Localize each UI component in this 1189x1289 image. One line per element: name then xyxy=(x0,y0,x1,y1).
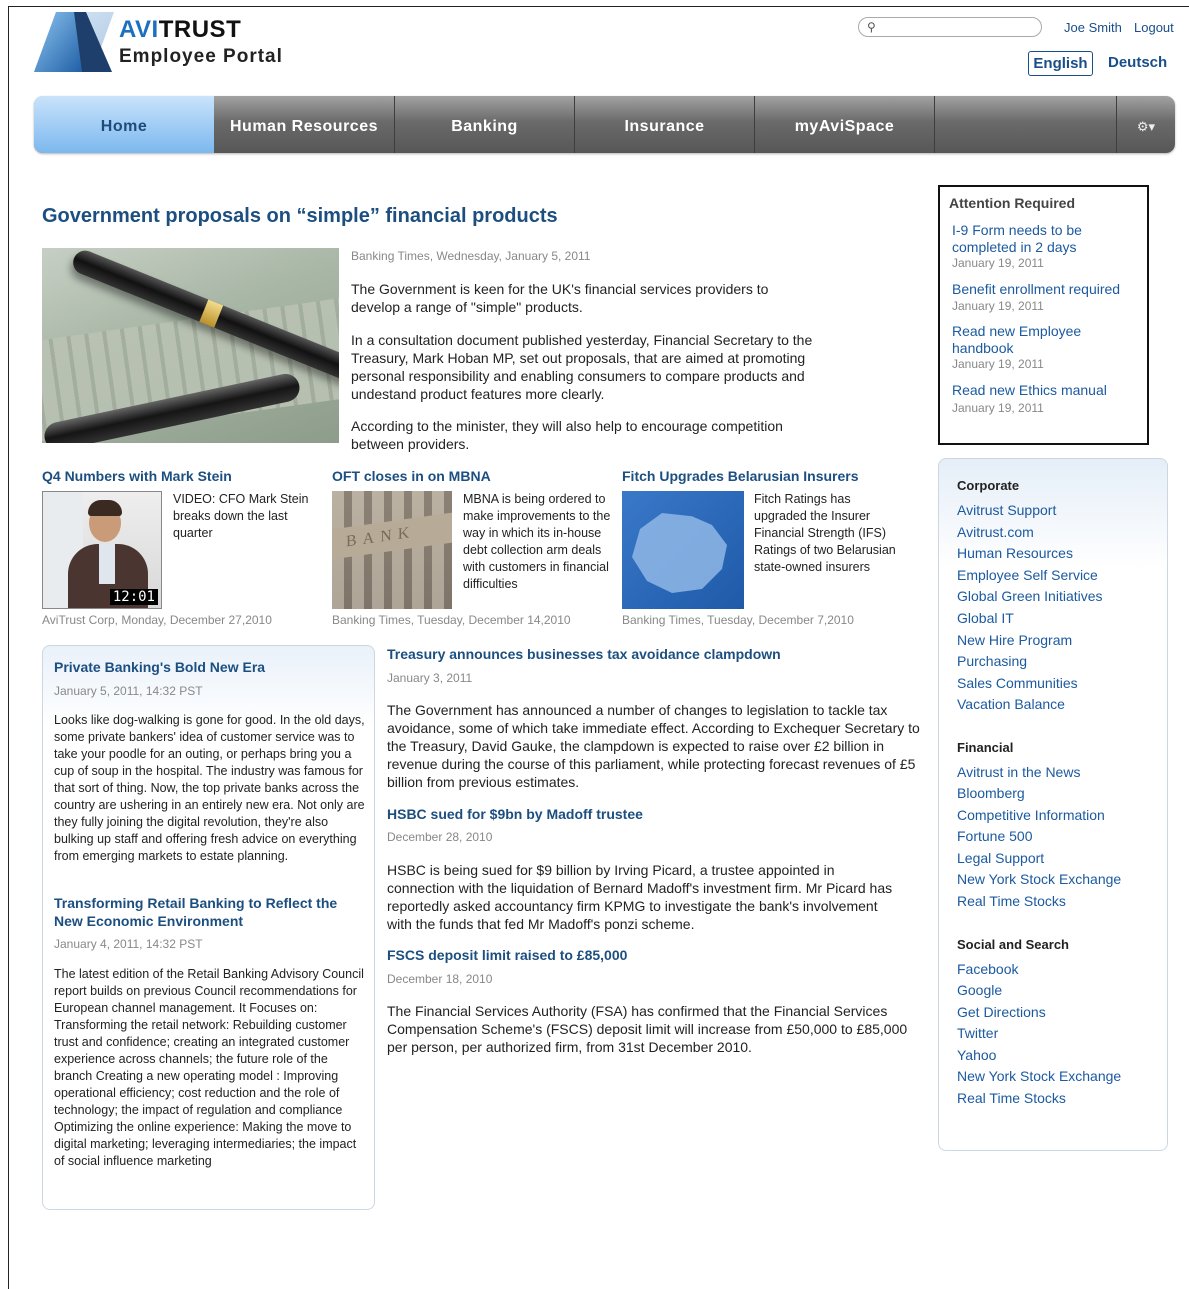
language-english-button[interactable]: English xyxy=(1028,51,1093,76)
link-get-directions[interactable]: Get Directions xyxy=(957,1004,1046,1020)
link-facebook[interactable]: Facebook xyxy=(957,961,1018,977)
attention-item-date: January 19, 2011 xyxy=(952,357,1044,371)
quick-links-panel: Corporate Avitrust Support Avitrust.com … xyxy=(938,458,1168,1151)
user-name-link[interactable]: Joe Smith xyxy=(1064,20,1122,35)
pb-article-title[interactable]: Transforming Retail Banking to Reflect t… xyxy=(54,894,354,930)
link-real-time-stocks-social[interactable]: Real Time Stocks xyxy=(957,1090,1066,1106)
link-yahoo[interactable]: Yahoo xyxy=(957,1047,996,1063)
news-text: The Government has announced a number of… xyxy=(387,702,920,790)
attention-item-link[interactable]: Read new Ethics manual xyxy=(952,382,1142,399)
attention-item-date: January 19, 2011 xyxy=(952,256,1044,270)
article-image-pens xyxy=(42,248,339,443)
link-employee-self-service[interactable]: Employee Self Service xyxy=(957,567,1098,583)
search-icon[interactable]: ⚲ xyxy=(867,20,876,34)
bank-building-image: BANK xyxy=(332,491,452,609)
link-bloomberg[interactable]: Bloomberg xyxy=(957,785,1025,801)
link-legal-support[interactable]: Legal Support xyxy=(957,850,1044,866)
brand-name: AVITRUST xyxy=(119,16,242,43)
link-nyse[interactable]: New York Stock Exchange xyxy=(957,871,1121,887)
video-duration: 12:01 xyxy=(109,589,158,605)
attention-item-link[interactable]: Benefit enrollment required xyxy=(952,281,1142,298)
main-article-title[interactable]: Government proposals on “simple” financi… xyxy=(42,205,558,228)
nav-tab-insurance[interactable]: Insurance xyxy=(575,96,755,153)
links-section-title: Corporate xyxy=(957,478,1020,493)
main-article-paragraph: In a consultation document published yes… xyxy=(351,332,813,402)
feature-text: VIDEO: CFO Mark Stein breaks down the la… xyxy=(173,492,309,540)
pb-article-text: Looks like dog-walking is gone for good.… xyxy=(54,713,365,863)
feature-title[interactable]: Fitch Upgrades Belarusian Insurers xyxy=(622,468,859,484)
link-nyse-social[interactable]: New York Stock Exchange xyxy=(957,1068,1121,1084)
feature-title[interactable]: Q4 Numbers with Mark Stein xyxy=(42,468,232,484)
link-purchasing[interactable]: Purchasing xyxy=(957,653,1027,669)
link-fortune-500[interactable]: Fortune 500 xyxy=(957,828,1033,844)
link-competitive-info[interactable]: Competitive Information xyxy=(957,807,1105,823)
attention-item-date: January 19, 2011 xyxy=(952,401,1044,415)
link-avitrust-support[interactable]: Avitrust Support xyxy=(957,502,1056,518)
feature-meta: AviTrust Corp, Monday, December 27,2010 xyxy=(42,613,272,627)
link-sales-communities[interactable]: Sales Communities xyxy=(957,675,1078,691)
feature-meta: Banking Times, Tuesday, December 7,2010 xyxy=(622,613,854,627)
news-title[interactable]: FSCS deposit limit raised to £85,000 xyxy=(387,947,627,963)
main-article-paragraph: The Government is keen for the UK's fina… xyxy=(351,281,769,315)
pb-article-text: The latest edition of the Retail Banking… xyxy=(54,967,364,1168)
news-title[interactable]: Treasury announces businesses tax avoida… xyxy=(387,646,781,662)
link-human-resources[interactable]: Human Resources xyxy=(957,545,1073,561)
attention-item-link[interactable]: Read new Employee handbook xyxy=(952,323,1102,357)
main-article-paragraph: According to the minister, they will als… xyxy=(351,418,783,452)
link-vacation-balance[interactable]: Vacation Balance xyxy=(957,696,1065,712)
news-text: HSBC is being sued for $9 billion by Irv… xyxy=(387,862,893,932)
feature-meta: Banking Times, Tuesday, December 14,2010 xyxy=(332,613,571,627)
links-section-title: Financial xyxy=(957,740,1014,755)
attention-title: Attention Required xyxy=(949,195,1075,211)
nav-tab-banking[interactable]: Banking xyxy=(395,96,575,153)
links-section-title: Social and Search xyxy=(957,937,1069,952)
link-avitrust-news[interactable]: Avitrust in the News xyxy=(957,764,1080,780)
news-meta: December 28, 2010 xyxy=(387,830,493,844)
gear-icon[interactable]: ⚙▾ xyxy=(1116,96,1175,153)
link-global-it[interactable]: Global IT xyxy=(957,610,1014,626)
feature-text: MBNA is being ordered to make improvemen… xyxy=(463,492,611,591)
main-nav: Home Human Resources Banking Insurance m… xyxy=(34,96,1175,153)
video-thumbnail[interactable]: 12:01 xyxy=(42,491,162,609)
link-avitrust-com[interactable]: Avitrust.com xyxy=(957,524,1034,540)
news-meta: December 18, 2010 xyxy=(387,972,493,986)
portal-title: Employee Portal xyxy=(119,46,283,67)
pb-article-meta: January 5, 2011, 14:32 PST xyxy=(54,684,203,698)
news-meta: January 3, 2011 xyxy=(387,671,473,685)
news-title[interactable]: HSBC sued for $9bn by Madoff trustee xyxy=(387,806,643,822)
pb-article-meta: January 4, 2011, 14:32 PST xyxy=(54,937,203,951)
main-article-meta: Banking Times, Wednesday, January 5, 201… xyxy=(351,249,591,263)
nav-tab-human-resources[interactable]: Human Resources xyxy=(214,96,395,153)
link-twitter[interactable]: Twitter xyxy=(957,1025,998,1041)
attention-item-date: January 19, 2011 xyxy=(952,299,1044,313)
avitrust-logo[interactable] xyxy=(34,12,114,72)
link-real-time-stocks[interactable]: Real Time Stocks xyxy=(957,893,1066,909)
nav-tab-myavispace[interactable]: myAviSpace xyxy=(755,96,935,153)
pb-article-title[interactable]: Private Banking's Bold New Era xyxy=(54,659,265,675)
language-deutsch-link[interactable]: Deutsch xyxy=(1108,54,1167,71)
attention-required-panel: Attention Required I-9 Form needs to be … xyxy=(938,185,1149,445)
attention-item-link[interactable]: I-9 Form needs to be completed in 2 days xyxy=(952,222,1102,256)
logout-link[interactable]: Logout xyxy=(1134,20,1174,35)
feature-text: Fitch Ratings has upgraded the Insurer F… xyxy=(754,492,896,574)
link-global-green[interactable]: Global Green Initiatives xyxy=(957,588,1103,604)
news-text: The Financial Services Authority (FSA) h… xyxy=(387,1003,908,1055)
nav-tab-home[interactable]: Home xyxy=(34,96,214,153)
link-new-hire[interactable]: New Hire Program xyxy=(957,632,1072,648)
search-box[interactable]: ⚲ xyxy=(858,17,1042,37)
feature-title[interactable]: OFT closes in on MBNA xyxy=(332,468,491,484)
link-google[interactable]: Google xyxy=(957,982,1002,998)
belarus-map-image xyxy=(622,491,744,609)
search-input[interactable] xyxy=(881,19,1036,35)
